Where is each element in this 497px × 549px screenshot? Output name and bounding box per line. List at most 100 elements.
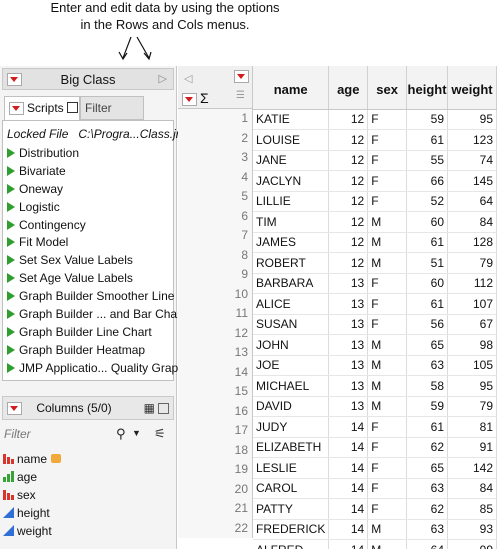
cell-age[interactable]: 14	[328, 478, 369, 499]
row-number[interactable]: 4	[178, 167, 253, 187]
cell-weight[interactable]: 95	[447, 109, 497, 130]
cell-sex[interactable]: F	[367, 293, 408, 315]
cell-name[interactable]: ALICE	[253, 293, 330, 315]
cell-weight[interactable]: 64	[447, 191, 497, 212]
script-item[interactable]: Distribution	[7, 145, 191, 163]
cell-height[interactable]: 59	[406, 396, 449, 417]
cell-sex[interactable]: M	[367, 355, 408, 376]
cell-height[interactable]: 61	[406, 129, 449, 151]
cell-age[interactable]: 12	[328, 170, 369, 192]
row-number[interactable]: 5	[178, 187, 253, 207]
cell-weight[interactable]: 84	[447, 211, 497, 233]
column-header-height[interactable]: height	[406, 66, 449, 110]
cell-age[interactable]: 14	[328, 437, 369, 458]
script-item[interactable]: Fit Model	[7, 234, 191, 252]
cell-height[interactable]: 65	[406, 457, 449, 479]
cell-age[interactable]: 14	[328, 416, 369, 438]
cell-sex[interactable]: F	[367, 170, 408, 192]
script-item[interactable]: Set Sex Value Labels	[7, 252, 191, 270]
row-number[interactable]: 22	[178, 518, 253, 538]
cell-age[interactable]: 12	[328, 211, 369, 233]
cell-sex[interactable]: M	[367, 539, 408, 549]
columns-red-triangle-icon[interactable]	[234, 70, 249, 83]
cell-sex[interactable]: F	[367, 273, 408, 294]
cell-height[interactable]: 64	[406, 539, 449, 549]
cell-weight[interactable]: 123	[447, 129, 497, 151]
cell-sex[interactable]: M	[367, 334, 408, 356]
search-icon[interactable]: ⚲	[116, 426, 126, 442]
cell-weight[interactable]: 112	[447, 273, 497, 294]
row-number[interactable]: 12	[178, 323, 253, 343]
cell-name[interactable]: JAMES	[253, 232, 330, 253]
script-item[interactable]: Logistic	[7, 199, 191, 217]
cell-height[interactable]: 66	[406, 170, 449, 192]
table-row[interactable]: ROBERT 12 M 51 79	[253, 252, 497, 274]
cell-sex[interactable]: M	[367, 375, 408, 397]
table-row[interactable]: JOHN 13 M 65 98	[253, 334, 497, 356]
column-header-age[interactable]: age	[328, 66, 369, 110]
table-row[interactable]: CAROL 14 F 63 84	[253, 478, 497, 499]
cell-sex[interactable]: F	[367, 457, 408, 479]
cell-age[interactable]: 12	[328, 232, 369, 253]
cell-age[interactable]: 13	[328, 293, 369, 315]
row-number[interactable]: 16	[178, 401, 253, 421]
table-row[interactable]: BARBARA 13 F 60 112	[253, 273, 497, 294]
table-row[interactable]: ALICE 13 F 61 107	[253, 293, 497, 315]
row-number[interactable]: 15	[178, 382, 253, 402]
cell-sex[interactable]: M	[367, 519, 408, 540]
row-number[interactable]: 21	[178, 499, 253, 519]
script-item[interactable]: Oneway	[7, 181, 191, 199]
cell-sex[interactable]: F	[367, 416, 408, 438]
cell-height[interactable]: 62	[406, 437, 449, 458]
cell-name[interactable]: LOUISE	[253, 129, 330, 151]
table-row[interactable]: DAVID 13 M 59 79	[253, 396, 497, 417]
cell-age[interactable]: 13	[328, 396, 369, 417]
cell-weight[interactable]: 79	[447, 396, 497, 417]
script-item[interactable]: Graph Builder ... and Bar Charts	[7, 306, 191, 324]
cell-weight[interactable]: 105	[447, 355, 497, 376]
cell-name[interactable]: DAVID	[253, 396, 330, 417]
script-item[interactable]: Bivariate	[7, 163, 191, 181]
script-item[interactable]: JMP Applicatio... Quality Graphs	[7, 360, 191, 378]
chevron-down-icon[interactable]: ▼	[132, 428, 141, 438]
cell-age[interactable]: 13	[328, 314, 369, 335]
cell-height[interactable]: 63	[406, 478, 449, 499]
columns-checkbox[interactable]	[158, 403, 169, 414]
script-item[interactable]: Graph Builder Heatmap	[7, 342, 191, 360]
cell-age[interactable]: 13	[328, 273, 369, 294]
cell-height[interactable]: 61	[406, 416, 449, 438]
cell-height[interactable]: 65	[406, 334, 449, 356]
cell-height[interactable]: 60	[406, 211, 449, 233]
cell-height[interactable]: 56	[406, 314, 449, 335]
row-number[interactable]: 20	[178, 479, 253, 499]
cell-age[interactable]: 13	[328, 375, 369, 397]
row-number[interactable]: 3	[178, 148, 253, 168]
cell-name[interactable]: FREDERICK	[253, 519, 330, 540]
cell-age[interactable]: 14	[328, 539, 369, 549]
table-row[interactable]: TIM 12 M 60 84	[253, 211, 497, 233]
row-number[interactable]: 10	[178, 284, 253, 304]
cell-sex[interactable]: F	[367, 129, 408, 151]
cell-sex[interactable]: M	[367, 211, 408, 233]
cell-sex[interactable]: F	[367, 150, 408, 171]
cell-name[interactable]: LILLIE	[253, 191, 330, 212]
cell-age[interactable]: 12	[328, 109, 369, 130]
cell-weight[interactable]: 95	[447, 375, 497, 397]
cell-weight[interactable]: 98	[447, 334, 497, 356]
cell-name[interactable]: JUDY	[253, 416, 330, 438]
cell-age[interactable]: 12	[328, 191, 369, 212]
tab-scripts[interactable]: Scripts	[4, 96, 80, 120]
cell-height[interactable]: 55	[406, 150, 449, 171]
cell-name[interactable]: ELIZABETH	[253, 437, 330, 458]
table-row[interactable]: JAMES 12 M 61 128	[253, 232, 497, 253]
cell-name[interactable]: PATTY	[253, 498, 330, 520]
cell-sex[interactable]: F	[367, 109, 408, 130]
cell-weight[interactable]: 84	[447, 478, 497, 499]
cell-weight[interactable]: 145	[447, 170, 497, 192]
row-number[interactable]: 2	[178, 128, 253, 148]
select-all-triangle-icon[interactable]: ◁	[184, 72, 192, 85]
cell-weight[interactable]: 67	[447, 314, 497, 335]
cell-sex[interactable]: F	[367, 191, 408, 212]
scripts-menu-red-triangle-icon[interactable]	[9, 102, 24, 116]
row-number[interactable]: 13	[178, 343, 253, 363]
